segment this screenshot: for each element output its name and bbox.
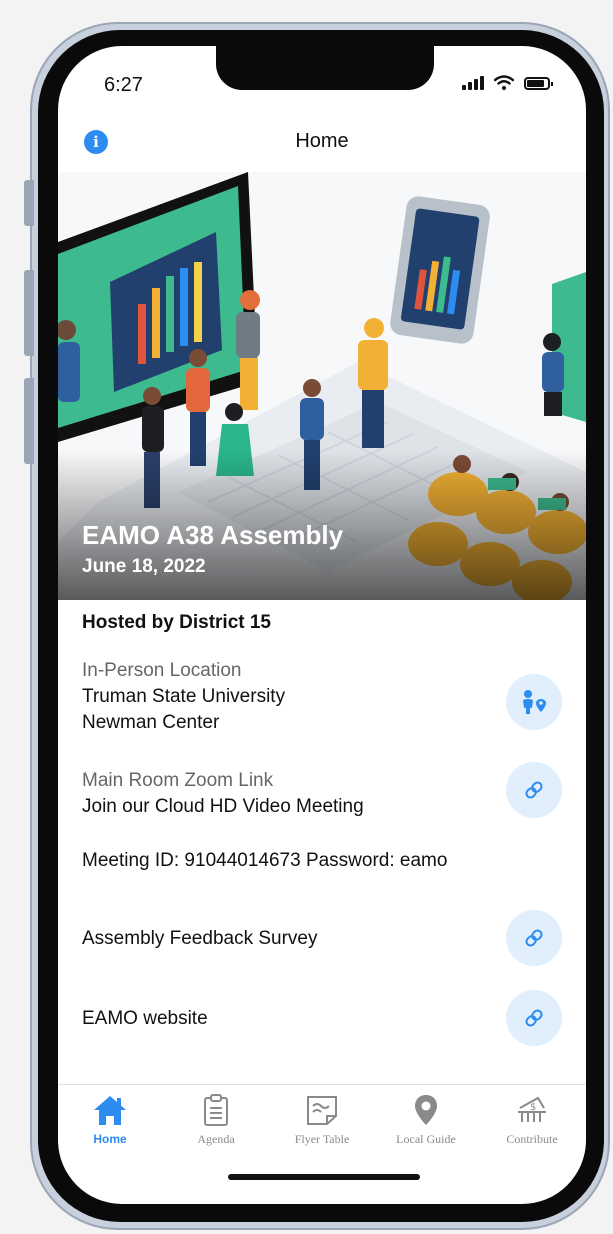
- link-icon: [525, 781, 543, 799]
- survey-row: Assembly Feedback Survey: [82, 910, 562, 966]
- survey-link-text[interactable]: Assembly Feedback Survey: [82, 918, 562, 950]
- signal-icon: [462, 74, 484, 90]
- website-link-button[interactable]: [506, 990, 562, 1046]
- home-icon: [94, 1096, 126, 1125]
- donate-icon: $: [518, 1096, 546, 1122]
- zoom-label: Main Room Zoom Link: [82, 770, 274, 791]
- location-line2: Newman Center: [82, 712, 220, 733]
- map-pin-icon: [415, 1095, 437, 1125]
- tab-home[interactable]: Home: [60, 1093, 160, 1146]
- notch: [216, 46, 434, 90]
- location-label: In-Person Location: [82, 660, 242, 681]
- phone-volume-down: [24, 378, 34, 464]
- phone-volume-up: [24, 270, 34, 356]
- tab-label-contribute: Contribute: [506, 1132, 558, 1146]
- tab-flyer-table[interactable]: Flyer Table: [272, 1093, 372, 1147]
- event-title: EAMO A38 Assembly: [82, 520, 344, 550]
- tab-label-local-guide: Local Guide: [396, 1132, 456, 1146]
- tab-label-home: Home: [93, 1132, 127, 1146]
- survey-link-button[interactable]: [506, 910, 562, 966]
- tab-agenda[interactable]: Agenda: [166, 1093, 266, 1147]
- home-indicator[interactable]: [228, 1174, 420, 1180]
- zoom-link-text[interactable]: Join our Cloud HD Video Meeting: [82, 796, 562, 818]
- hero-banner: EAMO A38 Assembly June 18, 2022: [58, 172, 586, 600]
- clipboard-icon: [204, 1094, 228, 1126]
- website-row: EAMO website: [82, 990, 562, 1046]
- phone-side-button: [24, 180, 34, 226]
- status-time: 6:27: [104, 74, 143, 96]
- location-line1: Truman State University: [82, 686, 286, 707]
- zoom-link-button[interactable]: [506, 762, 562, 818]
- tab-local-guide[interactable]: Local Guide: [376, 1093, 476, 1147]
- battery-icon: [524, 77, 553, 90]
- tab-contribute[interactable]: $ Contribute: [482, 1093, 582, 1147]
- hosted-by: Hosted by District 15: [82, 612, 271, 633]
- status-icons: [462, 74, 553, 90]
- zoom-section: Main Room Zoom Link Join our Cloud HD Vi…: [82, 762, 562, 818]
- tab-label-flyer-table: Flyer Table: [294, 1132, 350, 1146]
- flyer-icon: [307, 1096, 337, 1125]
- tab-bar: Home Agenda Flyer Table Local Guide $ Co…: [58, 1084, 586, 1150]
- event-date: June 18, 2022: [82, 556, 206, 577]
- link-icon: [525, 1009, 543, 1027]
- location-section: In-Person Location Truman State Universi…: [82, 660, 562, 734]
- tab-label-agenda: Agenda: [197, 1132, 235, 1146]
- website-link-text[interactable]: EAMO website: [82, 998, 562, 1030]
- person-pin-icon: [523, 690, 546, 714]
- page-title: Home: [295, 130, 349, 152]
- wifi-icon: [494, 75, 514, 90]
- meeting-info: Meeting ID: 91044014673 Password: eamo: [82, 850, 448, 871]
- directions-button[interactable]: [506, 674, 562, 730]
- app-screen: 6:27 i Home EAMO A38 Assembly June 18, 2…: [58, 46, 586, 1204]
- link-icon: [525, 929, 543, 947]
